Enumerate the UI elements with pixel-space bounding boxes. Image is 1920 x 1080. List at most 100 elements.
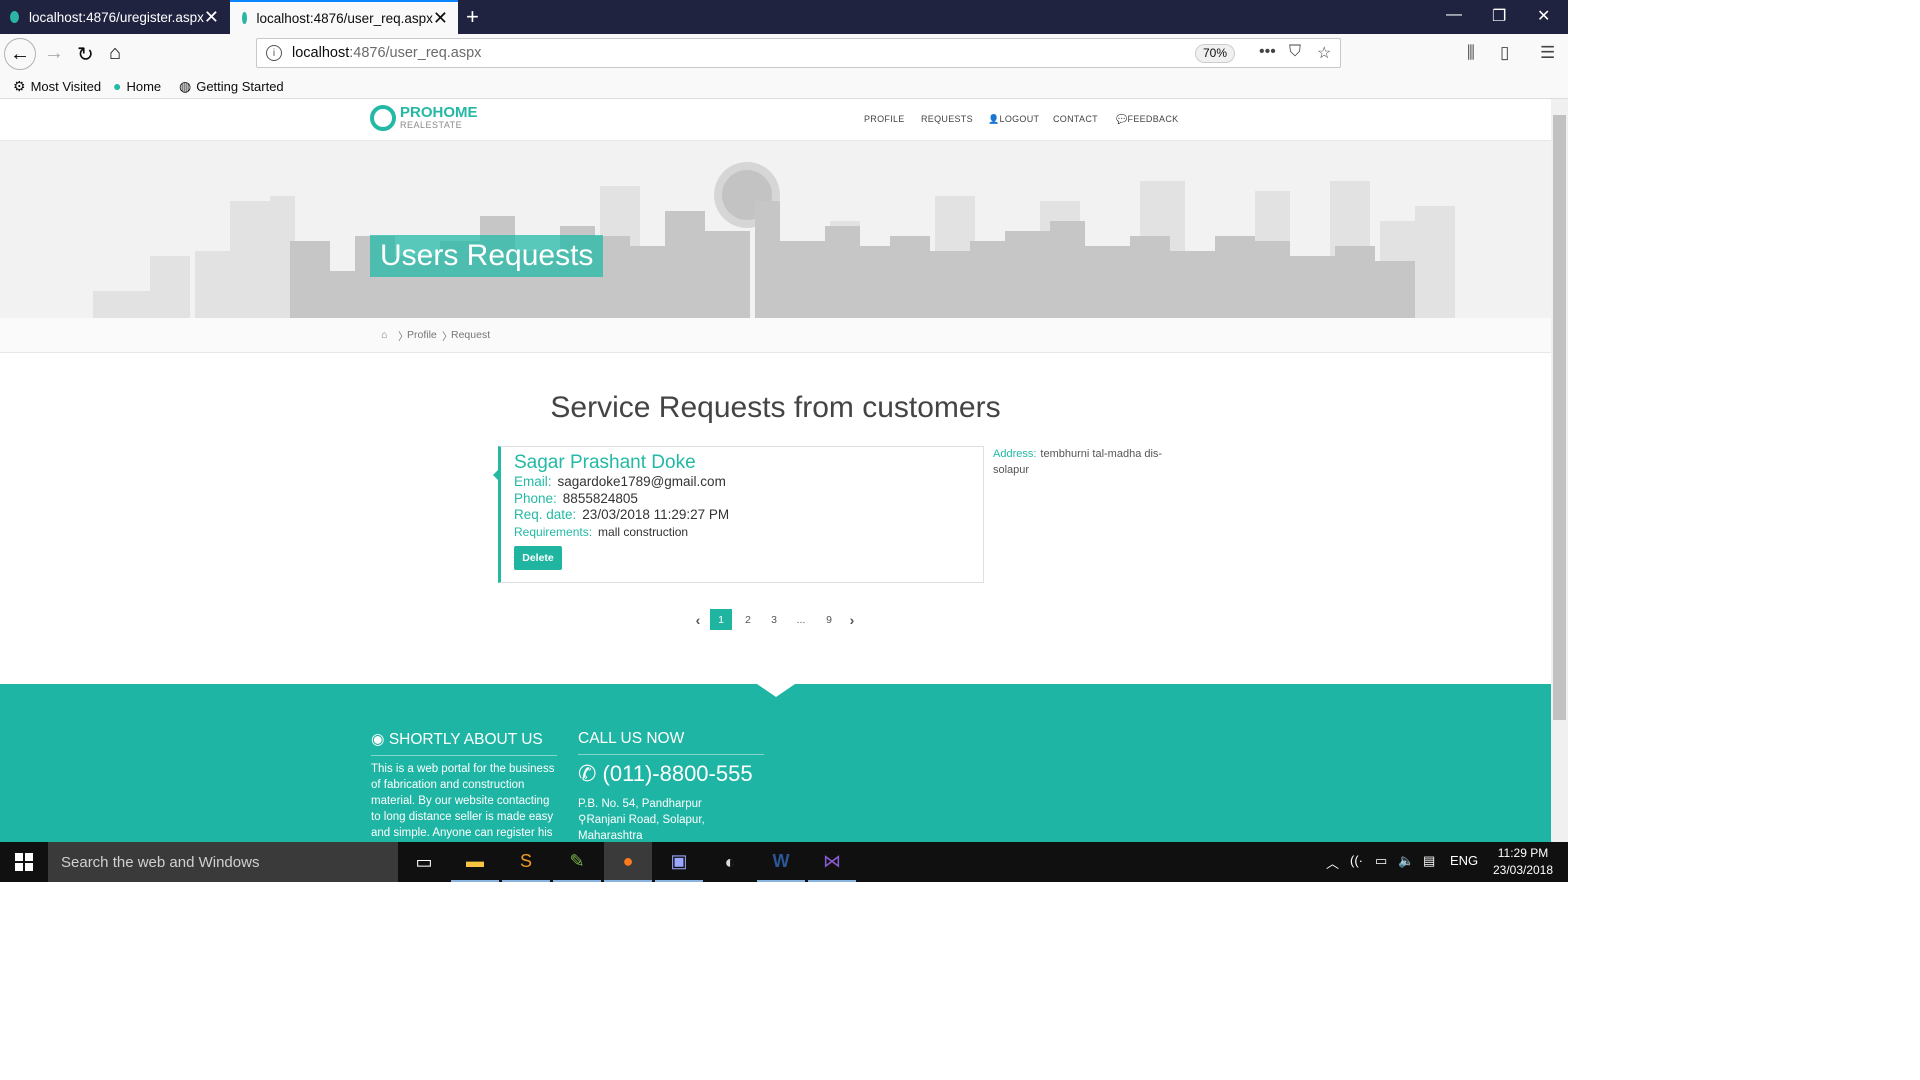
app-icon[interactable]: ▣ — [655, 842, 703, 882]
file-explorer-icon[interactable]: ▬ — [451, 842, 499, 882]
taskbar-search[interactable]: Search the web and Windows — [48, 842, 398, 882]
prev-page-icon[interactable]: ‹ — [687, 609, 709, 630]
home-icon[interactable]: ⌂ — [109, 42, 121, 65]
bookmark-getting-started[interactable]: ◍ Getting Started — [179, 78, 284, 95]
delete-button[interactable]: Delete — [514, 546, 562, 570]
logo-pin-icon — [370, 105, 396, 131]
windows-start-icon[interactable] — [0, 842, 48, 882]
page-9[interactable]: 9 — [818, 609, 840, 630]
site-favicon-icon — [10, 11, 20, 23]
reload-icon[interactable]: ↻ — [77, 42, 94, 67]
chevron-up-icon[interactable]: ︿ — [1326, 853, 1339, 872]
nav-feedback[interactable]: 💬FEEDBACK — [1116, 114, 1178, 125]
url-bar[interactable]: i localhost:4876/user_req.aspx 70% ••• ⛉… — [256, 38, 1341, 68]
date-label: Req. date: — [514, 507, 577, 522]
call-heading: CALL US NOW — [578, 730, 764, 755]
phone-value: 8855824805 — [562, 491, 638, 506]
page-3[interactable]: 3 — [763, 609, 785, 630]
site-logo[interactable]: PROHOME REALESTATE — [370, 105, 478, 131]
task-view-icon[interactable]: ▭ — [400, 842, 448, 882]
close-tab-icon[interactable]: ✕ — [204, 8, 219, 26]
phone-row: Phone: 8855824805 — [514, 491, 638, 506]
page-2[interactable]: 2 — [737, 609, 759, 630]
clock-time: 11:29 PM — [1497, 846, 1549, 860]
info-icon[interactable]: i — [266, 45, 282, 61]
tab-uregister[interactable]: localhost:4876/uregister.aspx ✕ — [0, 0, 229, 34]
sidebar-icon[interactable]: ▯ — [1500, 43, 1509, 63]
clock[interactable]: 11:29 PM 23/03/2018 — [1488, 845, 1558, 879]
pin-icon: ◉ — [371, 731, 389, 748]
tab-title: localhost:4876/uregister.aspx — [29, 9, 204, 25]
footer-address: P.B. No. 54, Pandharpur ⚲Ranjani Road, S… — [578, 796, 768, 842]
minimize-icon[interactable]: — — [1446, 6, 1462, 24]
firefox-icon[interactable]: ● — [604, 842, 652, 882]
breadcrumb-profile[interactable]: Profile — [407, 329, 437, 341]
requirements-value: mall construction — [598, 525, 689, 539]
customer-name: Sagar Prashant Doke — [514, 452, 696, 473]
home-icon[interactable]: ⌂ — [381, 329, 387, 341]
page-1[interactable]: 1 — [710, 609, 732, 630]
notepad-icon[interactable]: ✎ — [553, 842, 601, 882]
comment-icon: 💬 — [1116, 114, 1128, 124]
globe-icon: ◍ — [179, 78, 192, 94]
network-icon[interactable]: ((· — [1350, 853, 1363, 868]
pocket-icon[interactable]: ⛉ — [1289, 43, 1301, 61]
address-label: Address: — [993, 448, 1037, 460]
site-header: PROHOME REALESTATE PROFILE REQUESTS 👤LOG… — [0, 99, 1551, 141]
bookmarks-bar: ⚙ Most Visited ● Home ◍ Getting Started — [0, 74, 1568, 99]
bookmark-star-icon[interactable]: ☆ — [1317, 43, 1331, 63]
visual-studio-icon[interactable]: ⋈ — [808, 842, 856, 882]
page-viewport: PROHOME REALESTATE PROFILE REQUESTS 👤LOG… — [0, 99, 1551, 842]
page-actions-icon[interactable]: ••• — [1259, 43, 1276, 61]
back-icon[interactable]: ← — [4, 38, 36, 70]
tab-user-req[interactable]: localhost:4876/user_req.aspx ✕ — [230, 0, 458, 34]
new-tab-icon[interactable]: + — [466, 4, 479, 30]
notifications-icon[interactable]: ▤ — [1423, 853, 1435, 869]
menu-icon[interactable]: ☰ — [1540, 43, 1555, 63]
sublime-text-icon[interactable]: S — [502, 842, 550, 882]
clock-date: 23/03/2018 — [1492, 863, 1554, 877]
zoom-level[interactable]: 70% — [1195, 44, 1236, 63]
tab-bar: localhost:4876/uregister.aspx ✕ localhos… — [0, 0, 1568, 34]
phone-label: Phone: — [514, 491, 557, 506]
request-card: Sagar Prashant Doke Email: sagardoke1789@… — [498, 446, 984, 583]
nav-feedback-label: FEEDBACK — [1127, 114, 1179, 124]
requirements-label: Requirements: — [514, 525, 593, 539]
nav-requests[interactable]: REQUESTS — [921, 114, 973, 124]
page-ellipsis: ... — [796, 613, 806, 626]
footer-notch — [757, 684, 795, 697]
nav-logout[interactable]: 👤LOGOUT — [988, 114, 1039, 125]
date-row: Req. date: 23/03/2018 11:29:27 PM — [514, 507, 729, 522]
bookmark-label: Home — [126, 78, 162, 94]
volume-icon[interactable]: 🔈 — [1398, 853, 1414, 869]
gear-icon: ⚙ — [13, 78, 26, 94]
bookmark-home[interactable]: ● Home — [113, 78, 161, 94]
bookmark-most-visited[interactable]: ⚙ Most Visited — [13, 78, 101, 95]
email-value: sagardoke1789@gmail.com — [557, 474, 726, 489]
next-page-icon[interactable]: › — [841, 609, 863, 630]
nav-contact[interactable]: CONTACT — [1053, 114, 1098, 124]
library-icon[interactable]: ⫼ — [1467, 43, 1475, 63]
close-tab-icon[interactable]: ✕ — [433, 9, 448, 27]
logo-sub: REALESTATE — [400, 120, 463, 130]
forward-icon[interactable]: → — [44, 42, 64, 65]
about-text: This is a web portal for the business of… — [371, 763, 555, 839]
word-icon[interactable]: W — [757, 842, 805, 882]
breadcrumb: ⌂ 〉 Profile 〉 Request — [0, 318, 1551, 353]
email-row: Email: sagardoke1789@gmail.com — [514, 474, 726, 489]
page-banner: Users Requests — [0, 141, 1551, 318]
nav-profile[interactable]: PROFILE — [864, 114, 905, 124]
scrollbar-thumb[interactable] — [1553, 115, 1566, 720]
site-footer: ◉ SHORTLY ABOUT US This is a web portal … — [0, 684, 1551, 842]
restore-icon[interactable]: ❐ — [1492, 6, 1506, 26]
about-heading: ◉ SHORTLY ABOUT US — [371, 730, 557, 756]
nav-toolbar: ← → ↻ ⌂ i localhost:4876/user_req.aspx 7… — [0, 34, 1568, 74]
battery-icon[interactable]: ▭ — [1375, 853, 1387, 869]
close-window-icon[interactable]: ✕ — [1537, 6, 1550, 26]
taskbar: Search the web and Windows ▭ ▬ S ✎ ● ▣ ◐… — [0, 842, 1568, 882]
language-indicator[interactable]: ENG — [1450, 853, 1478, 868]
footer-street: Ranjani Road, Solapur, Maharashtra — [578, 814, 705, 842]
user-icon: 👤 — [988, 114, 1000, 124]
paint-icon[interactable]: ◐ — [706, 842, 754, 882]
phone-icon: ✆ — [578, 761, 603, 786]
